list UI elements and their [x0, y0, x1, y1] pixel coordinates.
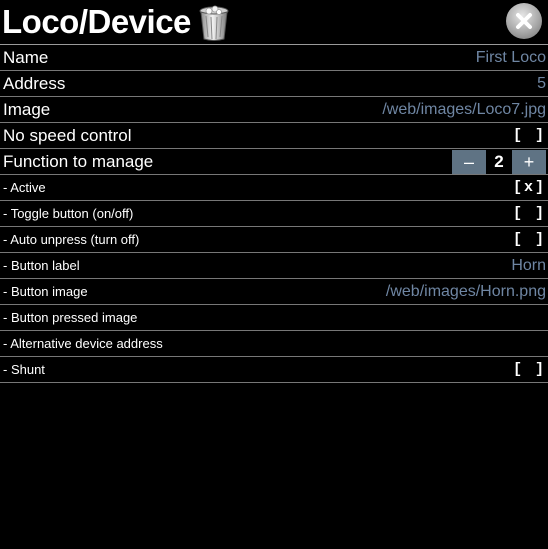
toggle-button-label: - Toggle button (on/off) [3, 206, 134, 221]
toggle-button-row: - Toggle button (on/off) [ ] [0, 201, 548, 227]
name-value[interactable]: First Loco [476, 45, 546, 71]
image-value[interactable]: /web/images/Loco7.jpg [382, 97, 546, 123]
active-checkbox[interactable]: [x] [513, 175, 546, 201]
page-title: Loco/Device [2, 3, 191, 40]
trash-icon[interactable] [197, 4, 231, 42]
no-speed-control-checkbox[interactable]: [ ] [513, 123, 546, 149]
close-button[interactable] [506, 3, 542, 39]
no-speed-control-row: No speed control [ ] [0, 123, 548, 149]
address-value[interactable]: 5 [537, 71, 546, 97]
no-speed-control-label: No speed control [3, 126, 132, 145]
name-label: Name [3, 48, 49, 67]
shunt-label: - Shunt [3, 362, 45, 377]
shunt-row: - Shunt [ ] [0, 357, 548, 383]
button-pressed-image-row[interactable]: - Button pressed image [0, 305, 548, 331]
button-label-row[interactable]: - Button label Horn [0, 253, 548, 279]
alternative-device-address-label: - Alternative device address [3, 336, 163, 351]
function-number: 2 [489, 150, 509, 174]
name-row[interactable]: Name First Loco [0, 45, 548, 71]
decrement-button[interactable]: – [452, 150, 486, 174]
button-label-value[interactable]: Horn [511, 253, 546, 279]
alternative-device-address-row[interactable]: - Alternative device address [0, 331, 548, 357]
increment-button[interactable]: + [512, 150, 546, 174]
function-to-manage-label: Function to manage [3, 152, 154, 171]
function-to-manage-row: Function to manage – 2 + [0, 149, 548, 175]
button-pressed-image-label: - Button pressed image [3, 310, 138, 325]
header-bar: Loco/Device [0, 0, 548, 45]
settings-list: Name First Loco Address 5 Image /web/ima… [0, 45, 548, 383]
button-image-label: - Button image [3, 284, 88, 299]
active-label: - Active [3, 180, 46, 195]
active-row: - Active [x] [0, 175, 548, 201]
shunt-checkbox[interactable]: [ ] [513, 357, 546, 383]
auto-unpress-row: - Auto unpress (turn off) [ ] [0, 227, 548, 253]
image-label: Image [3, 100, 51, 119]
button-image-value[interactable]: /web/images/Horn.png [386, 279, 546, 305]
auto-unpress-label: - Auto unpress (turn off) [3, 232, 140, 247]
button-image-row[interactable]: - Button image /web/images/Horn.png [0, 279, 548, 305]
image-row[interactable]: Image /web/images/Loco7.jpg [0, 97, 548, 123]
address-row[interactable]: Address 5 [0, 71, 548, 97]
toggle-button-checkbox[interactable]: [ ] [513, 201, 546, 227]
close-icon [516, 13, 532, 29]
address-label: Address [3, 74, 66, 93]
auto-unpress-checkbox[interactable]: [ ] [513, 227, 546, 253]
function-stepper: – 2 + [452, 150, 546, 174]
button-label-label: - Button label [3, 258, 80, 273]
